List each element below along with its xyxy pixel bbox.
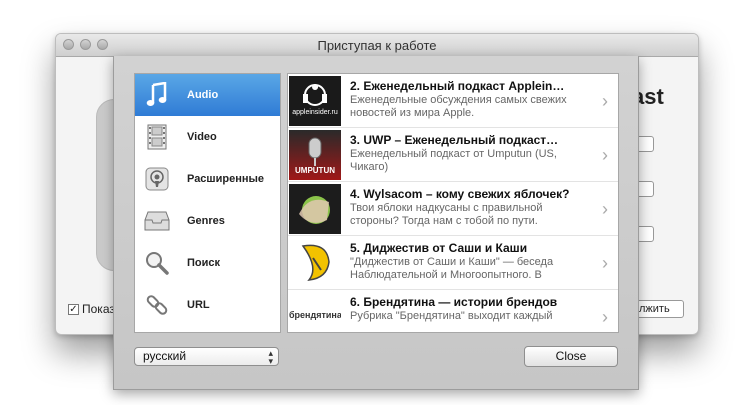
language-value: русский xyxy=(143,349,187,363)
close-button[interactable]: Close xyxy=(524,346,618,367)
sidebar-item-label: Video xyxy=(187,131,217,143)
show-at-launch-checkbox[interactable]: ✓ Показ xyxy=(68,302,115,316)
podcast-description: Еженедельные обсуждения самых свежих нов… xyxy=(350,94,567,119)
podcast-title: 4. Wylsacom – кому свежих яблочек? xyxy=(350,187,570,201)
wylsacom-thumbnail xyxy=(289,184,341,234)
language-select[interactable]: русский ▴ ▾ xyxy=(134,347,279,366)
list-item[interactable]: брендятина 6. Брендятина — истории бренд… xyxy=(288,290,618,332)
uwp-thumbnail: UMPUTUN xyxy=(289,130,341,180)
thumbnail-caption: UMPUTUN xyxy=(295,166,335,175)
digestiv-thumbnail xyxy=(289,238,341,288)
background-continue-button[interactable]: лжить xyxy=(634,300,684,318)
sidebar-item-url[interactable]: URL xyxy=(135,284,280,326)
podcast-description: "Диджестив от Саши и Каши" — беседа Набл… xyxy=(350,256,554,281)
title-bar: Приступая к работе xyxy=(56,34,698,57)
brendyatina-thumbnail: брендятина xyxy=(289,292,341,332)
chevron-right-icon: › xyxy=(602,199,608,219)
chevron-right-icon: › xyxy=(602,307,608,327)
sidebar-item-audio[interactable]: Audio xyxy=(135,74,280,116)
music-note-icon xyxy=(135,82,179,108)
sidebar-item-search[interactable]: Поиск xyxy=(135,242,280,284)
list-item[interactable]: 4. Wylsacom – кому свежих яблочек? Твои … xyxy=(288,182,618,236)
podcast-title: 6. Брендятина — истории брендов xyxy=(350,295,558,309)
list-item[interactable]: appleinsider.ru 2. Еженедельный подкаст … xyxy=(288,74,618,128)
sidebar-item-advanced[interactable]: Расширенные xyxy=(135,158,280,200)
sidebar-item-label: Audio xyxy=(187,89,219,101)
sidebar-item-genres[interactable]: Genres xyxy=(135,200,280,242)
podcast-title: 3. UWP – Еженедельный подкаст… xyxy=(350,133,559,147)
podcast-icon xyxy=(135,167,179,191)
magnifier-icon xyxy=(135,251,179,275)
list-item[interactable]: 5. Диджестив от Саши и Каши "Диджестив о… xyxy=(288,236,618,290)
sidebar-item-label: URL xyxy=(187,299,210,311)
podcast-list: appleinsider.ru 2. Еженедельный подкаст … xyxy=(287,73,619,333)
chevron-right-icon: › xyxy=(602,253,608,273)
podcast-title: 5. Диджестив от Саши и Каши xyxy=(350,241,528,255)
podcast-description: Еженедельный подкаст от Umputun (US, Чик… xyxy=(350,148,557,173)
category-sidebar: Audio Video Расширенные Genres Поиск URL xyxy=(134,73,281,333)
film-strip-icon xyxy=(135,124,179,150)
podcast-sheet: Audio Video Расширенные Genres Поиск URL… xyxy=(113,56,639,390)
thumbnail-caption: брендятина xyxy=(289,310,341,320)
list-item[interactable]: UMPUTUN 3. UWP – Еженедельный подкаст… Е… xyxy=(288,128,618,182)
sidebar-item-label: Genres xyxy=(187,215,225,227)
chevron-right-icon: › xyxy=(602,91,608,111)
checkbox-box[interactable]: ✓ xyxy=(68,303,79,315)
updown-arrows-icon: ▴ ▾ xyxy=(268,348,273,366)
podcast-title: 2. Еженедельный подкаст Applein… xyxy=(350,79,565,93)
link-icon xyxy=(135,293,179,317)
window-title: Приступая к работе xyxy=(317,38,437,53)
chevron-right-icon: › xyxy=(602,145,608,165)
podcast-description: Твои яблоки надкусаны с правильной сторо… xyxy=(350,202,543,227)
appleinsider-thumbnail: appleinsider.ru xyxy=(289,76,341,126)
drawer-icon xyxy=(135,210,179,232)
checkbox-label: Показ xyxy=(82,302,115,316)
sidebar-item-video[interactable]: Video xyxy=(135,116,280,158)
podcast-description: Рубрика "Брендятина" выходит каждый xyxy=(350,310,553,322)
sidebar-item-label: Поиск xyxy=(187,257,221,269)
sidebar-item-label: Расширенные xyxy=(187,173,264,185)
thumbnail-caption: appleinsider.ru xyxy=(292,109,338,116)
